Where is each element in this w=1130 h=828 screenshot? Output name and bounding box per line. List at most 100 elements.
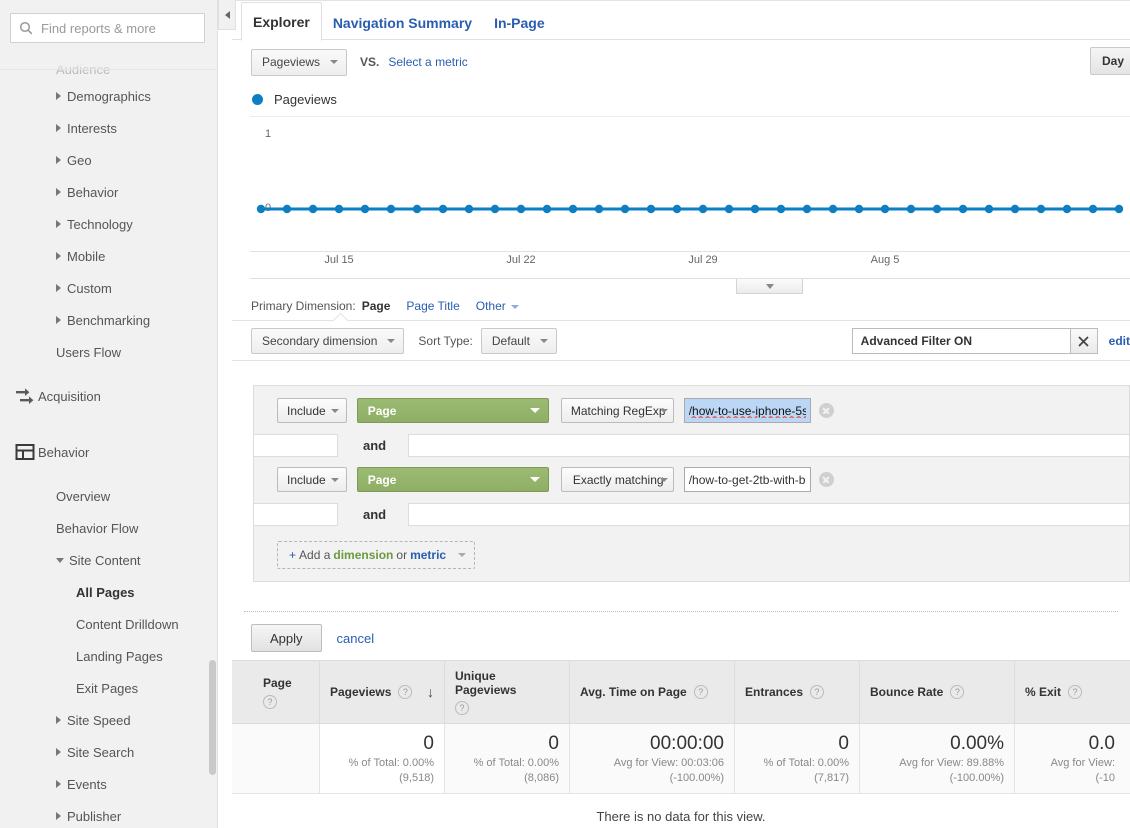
tab-navigation-summary[interactable]: Navigation Summary [322,16,483,40]
sort-descending-icon[interactable]: ↓ [427,684,434,700]
sidebar-item-demographics[interactable]: Demographics [0,80,217,112]
help-icon[interactable]: ? [455,701,469,715]
tab-in-page[interactable]: In-Page [483,16,556,40]
primary-dimension-pointer [332,312,349,329]
sidebar-item-site-speed[interactable]: Site Speed [0,704,217,736]
sidebar-nav: Audience Demographics Interests Geo Beha… [0,62,217,828]
plus-icon: + [289,548,297,562]
sidebar-item-label: Behavior [67,184,119,200]
filter-match-dropdown-1[interactable]: Matching RegExp [560,398,674,423]
sidebar-item-behavior-flow[interactable]: Behavior Flow [0,512,217,544]
tab-explorer[interactable]: Explorer [241,2,322,41]
summary-cell-page [232,724,320,793]
sidebar-item-overview[interactable]: Overview [0,480,217,512]
remove-filter-row-button-2[interactable] [818,472,834,487]
summary-cell-unique-pageviews: 0 % of Total: 0.00% (8,086) [445,724,570,793]
primary-dimension-page-title[interactable]: Page Title [406,299,459,313]
sidebar-item-benchmarking[interactable]: Benchmarking [0,304,217,336]
metric-selector-row: Pageviews VS. Select a metric Day [232,40,1130,84]
help-icon[interactable]: ? [1068,685,1083,699]
primary-dimension-selected[interactable]: Page [362,299,391,313]
sidebar-item-technology[interactable]: Technology [0,208,217,240]
search-input[interactable] [39,15,199,41]
x-axis-tick-label: Jul 22 [506,254,536,266]
sidebar-item-label: Landing Pages [76,648,163,664]
filter-value-input-2[interactable] [683,467,811,492]
sidebar-item-content-drilldown[interactable]: Content Drilldown [0,608,217,640]
column-header-pageviews[interactable]: Pageviews ? ↓ [320,661,445,723]
column-header-label: Avg. Time on Page [580,685,687,699]
summary-subline-2: (-100.00%) [949,771,1004,784]
apply-button[interactable]: Apply [251,624,322,652]
x-axis-tick-label: Aug 5 [870,254,900,266]
filter-value-input-1[interactable] [683,398,811,423]
sort-type-dropdown[interactable]: Default [480,327,557,354]
help-icon[interactable]: ? [950,685,965,699]
column-header-avg-time-on-page[interactable]: Avg. Time on Page ? [570,661,735,723]
summary-subline-2: (8,086) [524,771,559,784]
search-box[interactable] [10,13,205,43]
filter-match-dropdown-2[interactable]: Exactly matching [560,467,674,492]
chart-svg [256,204,1124,214]
add-dimension-or-metric-button[interactable]: + Add a dimension or metric [277,541,476,569]
filter-dimension-label: Page [367,403,397,418]
column-header-unique-pageviews[interactable]: Unique Pageviews ? [445,661,570,723]
chevron-down-icon [56,557,64,563]
sidebar-item-landing-pages[interactable]: Landing Pages [0,640,217,672]
help-icon[interactable]: ? [263,694,277,709]
remove-filter-row-button-1[interactable] [818,403,834,418]
chevron-down-icon [458,553,467,557]
sidebar-item-acquisition[interactable]: Acquisition [0,368,217,424]
sidebar-item-publisher[interactable]: Publisher [0,800,217,828]
summary-value: 00:00:00 [650,733,724,754]
primary-metric-dropdown[interactable]: Pageviews [251,48,348,76]
sidebar-item-mobile[interactable]: Mobile [0,240,217,272]
sidebar-item-site-content[interactable]: Site Content [0,544,217,576]
edit-filter-link[interactable]: edit [1109,334,1130,348]
clear-filter-button[interactable] [1069,328,1098,354]
chevron-down-icon [529,477,540,482]
sidebar-item-behavior[interactable]: Behavior [0,424,217,480]
chevron-right-icon [56,780,61,788]
chevron-right-icon [56,812,61,820]
sidebar-item-custom[interactable]: Custom [0,272,217,304]
sidebar-item-behavior-audience[interactable]: Behavior [0,176,217,208]
granularity-day-button[interactable]: Day [1089,47,1130,75]
summary-subline-1: % of Total: 0.00% [348,756,434,769]
column-header-label: Page [263,675,292,690]
sidebar-scrollbar[interactable] [209,660,216,775]
sidebar-item-label: Exit Pages [76,680,139,696]
summary-subline-2: (7,817) [814,771,849,784]
column-header-entrances[interactable]: Entrances ? [735,661,860,723]
sidebar-item-geo[interactable]: Geo [0,144,217,176]
help-icon[interactable]: ? [693,685,708,699]
filter-include-dropdown-2[interactable]: Include [277,467,347,492]
column-header-label: % Exit [1025,685,1062,699]
sidebar-item-label: Site Search [67,744,135,760]
secondary-dimension-dropdown[interactable]: Secondary dimension [251,327,405,354]
filter-dimension-pill-2[interactable]: Page [356,467,549,492]
cancel-link[interactable]: cancel [337,631,375,646]
sidebar-item-all-pages[interactable]: All Pages [0,576,217,608]
sidebar-collapse-button[interactable] [218,0,236,30]
primary-dimension-other[interactable]: Other [476,299,519,313]
summary-cell-bounce-rate: 0.00% Avg for View: 89.88% (-100.00%) [860,724,1015,793]
sidebar-item-label: Site Speed [67,712,131,728]
sidebar-item-events[interactable]: Events [0,768,217,800]
column-header-percent-exit[interactable]: % Exit ? [1015,661,1125,723]
help-icon[interactable]: ? [810,685,825,699]
help-icon[interactable]: ? [398,685,413,699]
column-header-bounce-rate[interactable]: Bounce Rate ? [860,661,1015,723]
column-header-page[interactable]: Page ? [232,661,320,723]
sidebar-item-site-search[interactable]: Site Search [0,736,217,768]
sidebar-item-interests[interactable]: Interests [0,112,217,144]
filter-dimension-pill-1[interactable]: Page [356,398,549,423]
select-a-metric-link[interactable]: Select a metric [388,55,467,69]
summary-subline-2: (9,518) [399,771,434,784]
sidebar-item-users-flow[interactable]: Users Flow [0,336,217,368]
chevron-right-icon [56,716,61,724]
filter-include-dropdown-1[interactable]: Include [277,398,347,423]
sidebar-item-exit-pages[interactable]: Exit Pages [0,672,217,704]
filter-and-row-2: and [254,496,1129,532]
search-icon [19,21,33,35]
